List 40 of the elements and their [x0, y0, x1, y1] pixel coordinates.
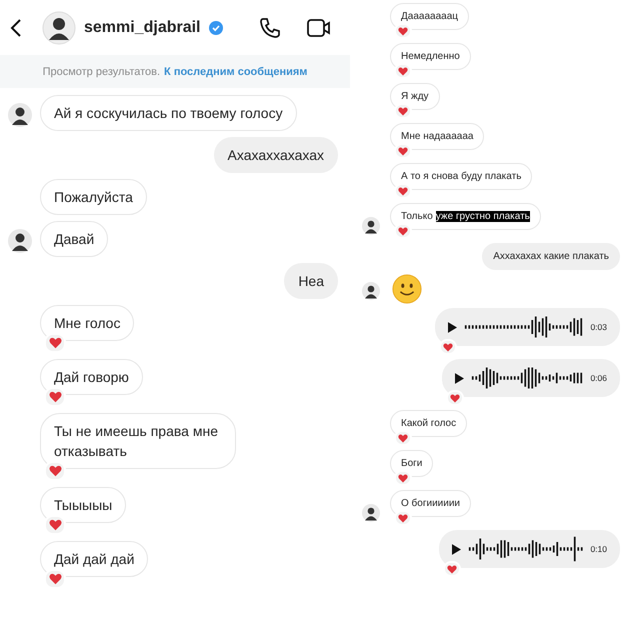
message-bubble: Ахахаххахахах	[214, 137, 338, 173]
phone-icon[interactable]	[258, 16, 282, 40]
message-bubble: О богииииии	[390, 490, 472, 517]
play-icon[interactable]	[448, 322, 458, 332]
play-icon[interactable]	[455, 372, 464, 384]
banner-text: Просмотр результатов.	[42, 66, 160, 78]
message-bubble: Боги	[390, 450, 434, 477]
message-bubble: Мне голос	[40, 305, 134, 341]
avatar[interactable]	[8, 103, 32, 127]
message-bubble: Ты не имеешь права мне отказывать	[40, 413, 236, 469]
avatar[interactable]	[362, 504, 380, 522]
message-bubble: Даааааааац	[390, 3, 469, 30]
username[interactable]: semmi_djabrail	[84, 18, 200, 36]
video-icon[interactable]	[306, 16, 332, 38]
voice-duration: 0:06	[590, 373, 607, 383]
message-bubble: Я жду	[390, 83, 440, 110]
message-bubble: Неа	[284, 263, 338, 299]
avatar[interactable]	[362, 282, 380, 300]
message-bubble: Тыыыыы	[40, 487, 126, 523]
message-bubble: Ай я соскучилась по твоему голосу	[40, 95, 297, 131]
voice-duration: 0:03	[590, 322, 607, 332]
voice-message[interactable]: 0:10	[438, 530, 620, 568]
avatar[interactable]	[362, 217, 380, 235]
message-bubble: Мне надаааааа	[390, 123, 484, 150]
message-bubble: А то я снова буду плакать	[390, 163, 532, 190]
voice-message[interactable]: 0:06	[442, 359, 620, 397]
avatar[interactable]	[42, 10, 76, 44]
message-bubble: Немедленно	[390, 43, 471, 70]
message-bubble: Дай говорю	[40, 359, 143, 395]
message-bubble: Давай	[40, 221, 108, 257]
play-icon[interactable]	[452, 544, 461, 554]
back-icon[interactable]	[10, 18, 22, 38]
message-bubble: Только уже грустно плакать	[390, 203, 541, 230]
message-bubble: Дай дай дай	[40, 541, 148, 577]
message-bubble: Пожалуйста	[40, 179, 147, 215]
voice-message[interactable]: 0:03	[435, 308, 620, 346]
voice-duration: 0:10	[590, 544, 607, 554]
message-bubble: Какой голос	[390, 410, 468, 437]
avatar[interactable]	[8, 229, 32, 253]
message-bubble: Аххахахах какие плакать	[482, 243, 620, 270]
